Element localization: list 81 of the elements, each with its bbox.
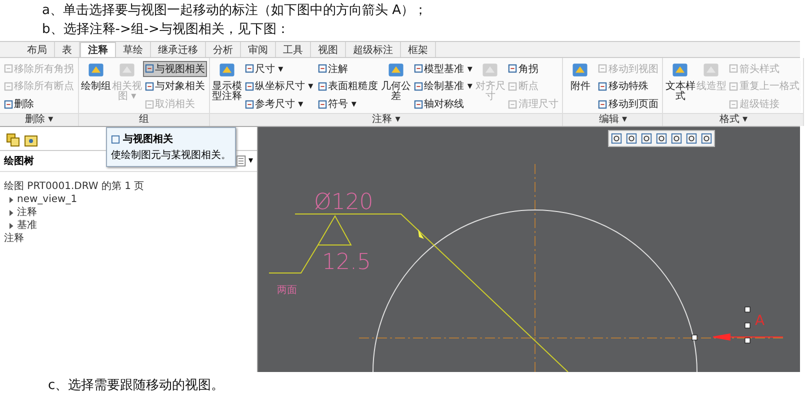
ribbon-button[interactable]: 文本样式 xyxy=(665,60,696,102)
ribbon-button[interactable]: 显示模型注释 xyxy=(212,60,242,102)
group-label[interactable]: 组 xyxy=(79,113,209,126)
tool-icon xyxy=(508,64,518,74)
tree-item[interactable]: new_view_1 xyxy=(17,193,78,206)
direction-arrow xyxy=(712,333,784,341)
selection-handle[interactable] xyxy=(744,306,750,312)
tree-item[interactable]: 基准 xyxy=(17,219,37,232)
tool-icon xyxy=(414,100,424,109)
tooltip-text: 使绘制图元与某视图相关。 xyxy=(111,150,231,162)
group-label[interactable]: 编辑 ▾ xyxy=(563,113,662,126)
selection-handle[interactable] xyxy=(692,334,698,340)
ribbon-tab[interactable]: 草绘 xyxy=(116,42,151,57)
list-icon xyxy=(236,155,246,167)
view-tool-icon[interactable] xyxy=(685,132,698,145)
ribbon-tab[interactable]: 注释 xyxy=(80,42,116,57)
tool-icon xyxy=(729,100,738,109)
tool-icon xyxy=(4,64,13,74)
tool-icon xyxy=(4,82,13,91)
ribbon-tab[interactable]: 工具 xyxy=(276,42,311,57)
ribbon-button[interactable]: 与视图相关 xyxy=(143,60,207,77)
tool-icon xyxy=(729,64,738,74)
selection-handle[interactable] xyxy=(744,338,750,344)
note-text: 两面 xyxy=(277,285,297,296)
view-tool-icon[interactable] xyxy=(655,132,668,145)
tool-icon xyxy=(318,64,328,74)
roughness-value: 12.5 xyxy=(322,250,371,275)
instruction-text: b、选择注释->组->与视图相关，见下图： xyxy=(41,21,290,38)
tree-settings-button[interactable]: ▾ xyxy=(236,155,253,167)
group-label[interactable]: 注释 ▾ xyxy=(210,113,562,126)
tool-icon xyxy=(245,64,254,74)
diameter-dimension: Ø120 xyxy=(314,190,374,215)
tool-icon xyxy=(414,64,424,74)
tool-icon xyxy=(145,82,154,91)
arrow-label: A xyxy=(755,313,765,329)
tool-icon xyxy=(318,82,328,91)
tool-icon xyxy=(414,82,424,91)
ribbon-tab[interactable]: 布局 xyxy=(20,42,55,57)
expand-arrow-icon[interactable] xyxy=(8,222,14,228)
panel-title: 绘图树 xyxy=(4,154,34,168)
tool-icon xyxy=(145,64,154,74)
expand-arrow-icon[interactable] xyxy=(8,196,14,202)
tree-item[interactable]: 注释 xyxy=(4,232,253,245)
tool-icon xyxy=(245,100,254,109)
ribbon-tab[interactable]: 分析 xyxy=(206,42,241,57)
ribbon-button[interactable]: 附件 xyxy=(565,60,596,92)
view-tool-icon[interactable] xyxy=(640,132,653,145)
tool-icon xyxy=(245,82,254,91)
folder-icon[interactable] xyxy=(24,133,38,147)
instruction-text: a、单击选择要与视图一起移动的标注（如下图中的方向箭头 A）； xyxy=(41,2,428,19)
leader-arrow-icon xyxy=(418,229,424,239)
view-tool-icon[interactable] xyxy=(670,132,683,145)
selection-handle[interactable] xyxy=(744,322,750,328)
tree-item[interactable]: 绘图 PRT0001.DRW 的第 1 页 xyxy=(4,180,253,193)
tree-item[interactable]: 注释 xyxy=(17,206,37,219)
tool-icon xyxy=(508,100,518,109)
ribbon-tab[interactable]: 审阅 xyxy=(241,42,276,57)
tool-icon xyxy=(318,100,328,109)
layers-icon[interactable] xyxy=(6,133,20,147)
tool-icon xyxy=(508,82,518,91)
tooltip-title: 与视图相关 xyxy=(123,132,173,146)
tool-icon xyxy=(4,100,13,109)
tool-icon xyxy=(598,82,608,91)
ribbon-button[interactable]: 几何公差 xyxy=(381,60,412,102)
tool-icon xyxy=(598,100,608,109)
view-tool-icon[interactable] xyxy=(700,132,713,145)
tool-icon xyxy=(729,82,738,91)
ribbon-button[interactable]: 绘制组 xyxy=(81,60,111,92)
expand-arrow-icon[interactable] xyxy=(8,210,14,216)
tool-icon xyxy=(598,64,608,74)
ribbon-tab[interactable]: 超级标注 xyxy=(346,42,401,57)
tool-icon xyxy=(111,134,120,144)
tool-icon xyxy=(145,100,154,109)
group-label[interactable]: 删除 ▾ xyxy=(0,113,78,126)
view-tool-icon[interactable] xyxy=(610,132,623,145)
ribbon-tab[interactable]: 框架 xyxy=(401,42,436,57)
view-tool-icon[interactable] xyxy=(625,132,638,145)
instruction-text: c、选择需要跟随移动的视图。 xyxy=(47,377,226,394)
group-label[interactable]: 格式 ▾ xyxy=(663,113,804,126)
ribbon-tab[interactable]: 视图 xyxy=(311,42,346,57)
ribbon-tab[interactable]: 继承迁移 xyxy=(151,42,206,57)
